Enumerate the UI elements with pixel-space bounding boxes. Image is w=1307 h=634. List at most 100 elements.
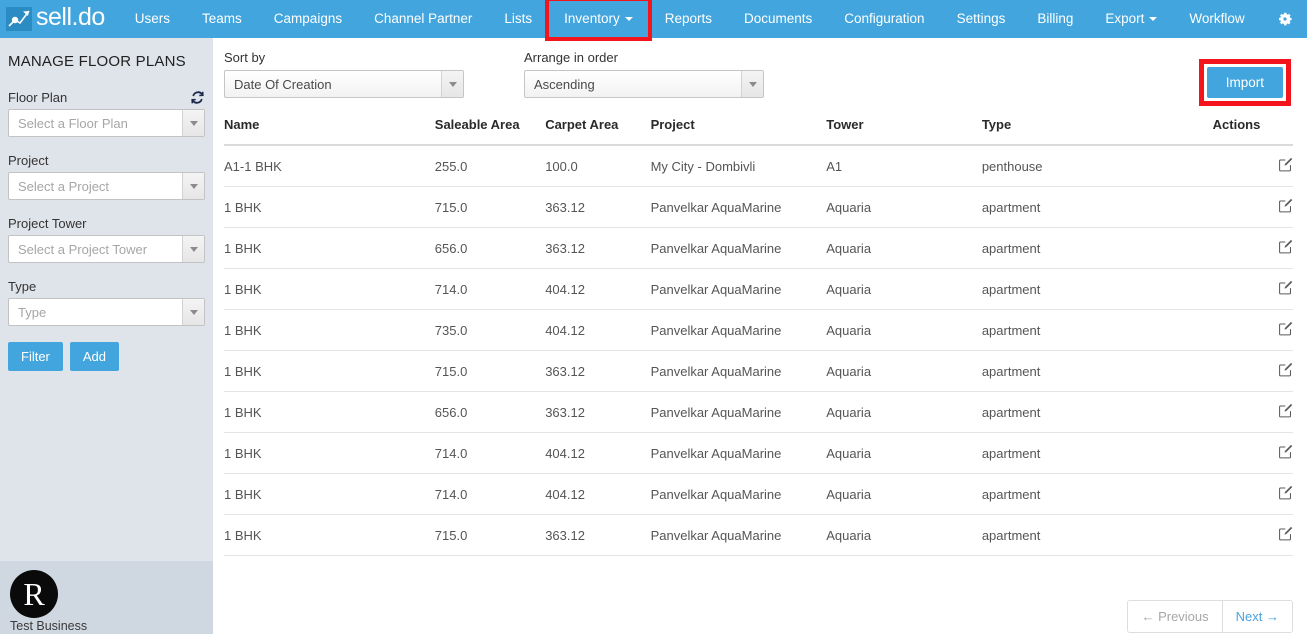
cell-carpet-area: 404.12 bbox=[545, 473, 651, 515]
cell-project: My City - Dombivli bbox=[650, 145, 827, 187]
cell-name: 1 BHK bbox=[224, 391, 435, 433]
arrange-order-select[interactable]: Ascending bbox=[524, 70, 764, 98]
select-floor-plan[interactable]: Select a Floor Plan bbox=[8, 109, 205, 137]
cell-carpet-area: 363.12 bbox=[545, 514, 651, 556]
cell-type: apartment bbox=[981, 186, 1213, 228]
add-button[interactable]: Add bbox=[69, 342, 120, 371]
nav-item-channel-partner[interactable]: Channel Partner bbox=[358, 0, 488, 38]
cell-actions bbox=[1212, 432, 1293, 474]
table-row: 1 BHK 714.0 404.12 Panvelkar AquaMarine Aqua… bbox=[224, 432, 1293, 474]
nav-item-reports[interactable]: Reports bbox=[649, 0, 728, 38]
cell-carpet-area: 404.12 bbox=[545, 268, 651, 310]
field-label: Project bbox=[8, 153, 49, 168]
cell-tower: Aquaria bbox=[826, 514, 982, 556]
chevron-down-icon bbox=[1149, 17, 1158, 22]
nav-item-label: Channel Partner bbox=[374, 11, 473, 26]
table-row: A1-1 BHK 255.0 100.0 My City - Dombivli A1 pe… bbox=[224, 145, 1293, 187]
cell-name: 1 BHK bbox=[224, 473, 435, 515]
table-row: 1 BHK 714.0 404.12 Panvelkar AquaMarine Aqua… bbox=[224, 473, 1293, 515]
cell-tower: Aquaria bbox=[826, 391, 982, 433]
table-row: 1 BHK 735.0 404.12 Panvelkar AquaMarine Aqua… bbox=[224, 309, 1293, 351]
cell-actions bbox=[1212, 350, 1293, 392]
chart-arrow-icon bbox=[6, 7, 32, 31]
sort-by-select[interactable]: Date Of Creation bbox=[224, 70, 464, 98]
cell-tower: Aquaria bbox=[826, 473, 982, 515]
next-page-button[interactable]: Next → bbox=[1222, 601, 1292, 632]
select-type[interactable]: Type bbox=[8, 298, 205, 326]
edit-icon[interactable] bbox=[1278, 485, 1293, 503]
main-content: Sort by Date Of Creation Arrange in orde… bbox=[213, 38, 1307, 634]
nav-item-users[interactable]: Users bbox=[119, 0, 186, 38]
cell-actions bbox=[1212, 227, 1293, 269]
column-header-carpet-area: Carpet Area bbox=[545, 117, 651, 146]
cell-project: Panvelkar AquaMarine bbox=[650, 227, 827, 269]
pagination: ← Previous Next → bbox=[213, 556, 1307, 633]
business-footer[interactable]: R Test Business bbox=[0, 561, 213, 634]
brand-name: sell.do bbox=[36, 3, 105, 31]
cell-carpet-area: 404.12 bbox=[545, 309, 651, 351]
nav-item-configuration[interactable]: Configuration bbox=[828, 0, 940, 38]
cell-actions bbox=[1212, 514, 1293, 556]
nav-item-documents[interactable]: Documents bbox=[728, 0, 828, 38]
nav-item-inventory[interactable]: Inventory bbox=[545, 0, 652, 41]
nav-item-campaigns[interactable]: Campaigns bbox=[258, 0, 358, 38]
previous-page-button[interactable]: ← Previous bbox=[1128, 601, 1223, 632]
field-label-row: Type bbox=[8, 279, 205, 294]
cell-project: Panvelkar AquaMarine bbox=[650, 268, 827, 310]
edit-icon[interactable] bbox=[1278, 362, 1293, 380]
edit-icon[interactable] bbox=[1278, 157, 1293, 175]
cell-name: 1 BHK bbox=[224, 350, 435, 392]
column-header-name: Name bbox=[224, 117, 435, 146]
cell-tower: Aquaria bbox=[826, 350, 982, 392]
cell-type: apartment bbox=[981, 473, 1213, 515]
table-row: 1 BHK 656.0 363.12 Panvelkar AquaMarine Aqua… bbox=[224, 227, 1293, 269]
table-row: 1 BHK 714.0 404.12 Panvelkar AquaMarine Aqua… bbox=[224, 268, 1293, 310]
field-label: Type bbox=[8, 279, 37, 294]
refresh-icon[interactable] bbox=[190, 90, 205, 105]
select-project-tower[interactable]: Select a Project Tower bbox=[8, 235, 205, 263]
brand-logo[interactable]: sell.do bbox=[0, 0, 105, 38]
cell-name: 1 BHK bbox=[224, 268, 435, 310]
table-header: Name Saleable Area Carpet Area Project Tower… bbox=[224, 117, 1293, 146]
edit-icon[interactable] bbox=[1278, 198, 1293, 216]
cell-saleable-area: 715.0 bbox=[434, 514, 546, 556]
toolbar: Sort by Date Of Creation Arrange in orde… bbox=[213, 38, 1307, 106]
cell-saleable-area: 714.0 bbox=[434, 473, 546, 515]
edit-icon[interactable] bbox=[1278, 526, 1293, 544]
edit-icon[interactable] bbox=[1278, 444, 1293, 462]
cell-carpet-area: 363.12 bbox=[545, 227, 651, 269]
arrange-order-group: Arrange in order Ascending bbox=[524, 50, 764, 98]
edit-icon[interactable] bbox=[1278, 280, 1293, 298]
import-button[interactable]: Import bbox=[1206, 67, 1283, 98]
column-header-type: Type bbox=[981, 117, 1213, 146]
field-label-row: Project Tower bbox=[8, 216, 205, 231]
select-project[interactable]: Select a Project bbox=[8, 172, 205, 200]
nav-item-workflow[interactable]: Workflow bbox=[1173, 0, 1260, 38]
nav-item-teams[interactable]: Teams bbox=[186, 0, 258, 38]
cell-actions bbox=[1212, 268, 1293, 310]
navbar-right bbox=[1276, 10, 1307, 28]
cell-saleable-area: 714.0 bbox=[434, 432, 546, 474]
cell-type: apartment bbox=[981, 309, 1213, 351]
cell-project: Panvelkar AquaMarine bbox=[650, 473, 827, 515]
cell-carpet-area: 363.12 bbox=[545, 186, 651, 228]
nav-item-lists[interactable]: Lists bbox=[488, 0, 548, 38]
nav-item-export[interactable]: Export bbox=[1089, 0, 1173, 38]
nav-item-billing[interactable]: Billing bbox=[1021, 0, 1089, 38]
select-placeholder: Select a Floor Plan bbox=[18, 115, 128, 131]
edit-icon[interactable] bbox=[1278, 403, 1293, 421]
table-row: 1 BHK 715.0 363.12 Panvelkar AquaMarine Aqua… bbox=[224, 350, 1293, 392]
cell-type: apartment bbox=[981, 514, 1213, 556]
cell-name: 1 BHK bbox=[224, 227, 435, 269]
cell-name: 1 BHK bbox=[224, 514, 435, 556]
cell-carpet-area: 100.0 bbox=[545, 145, 651, 187]
nav-item-label: Reports bbox=[664, 11, 712, 26]
filter-button[interactable]: Filter bbox=[8, 342, 63, 371]
edit-icon[interactable] bbox=[1278, 321, 1293, 339]
cell-type: apartment bbox=[981, 350, 1213, 392]
table-body: A1-1 BHK 255.0 100.0 My City - Dombivli A1 pe… bbox=[224, 145, 1293, 556]
gear-icon[interactable] bbox=[1276, 10, 1294, 28]
edit-icon[interactable] bbox=[1278, 239, 1293, 257]
nav-item-settings[interactable]: Settings bbox=[941, 0, 1022, 38]
cell-project: Panvelkar AquaMarine bbox=[650, 391, 827, 433]
